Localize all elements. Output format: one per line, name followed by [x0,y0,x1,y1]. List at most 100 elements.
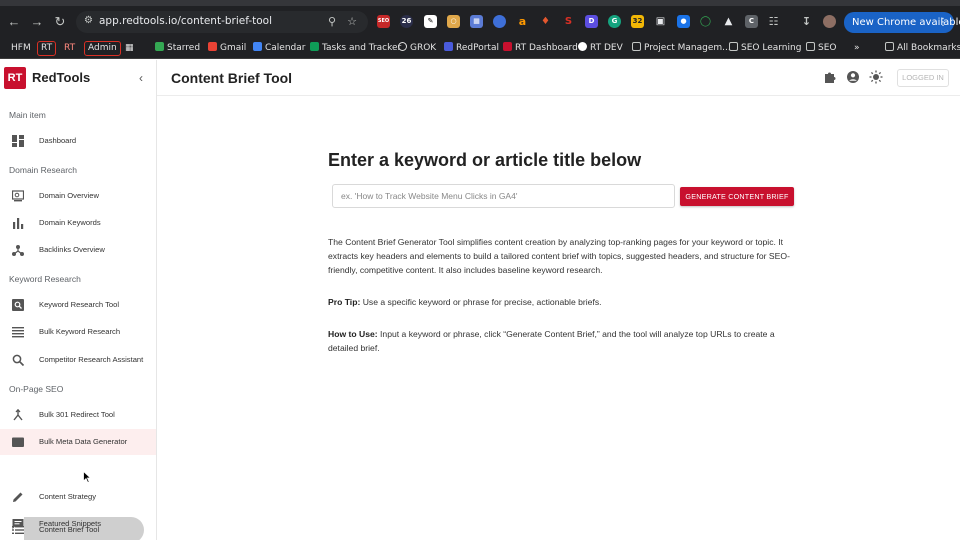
sidebar-item-domain-keywords[interactable]: Domain Keywords [0,210,156,236]
d-extension-icon[interactable]: D [585,15,598,28]
sidebar-item-keyword-research-tool[interactable]: Keyword Research Tool [0,292,156,318]
drive-icon [155,42,164,51]
sidebar-item-bulk-301-redirect-tool[interactable]: Bulk 301 Redirect Tool [0,402,156,428]
collapse-sidebar-icon[interactable]: ‹ [134,70,148,86]
bookmark-label: Calendar [265,43,306,53]
sidebar-item-bulk-meta-data-generator[interactable]: Bulk Meta Data Generator [0,429,156,455]
address-url[interactable]: app.redtools.io/content-brief-tool [99,15,272,27]
download-icon[interactable]: ↧ [800,15,813,28]
login-status-button[interactable]: LOGGED IN [897,69,949,87]
green-extension-icon[interactable]: ◯ [699,15,712,28]
sidebar-item-content-strategy[interactable]: Content Strategy [0,484,156,510]
page-title: Content Brief Tool [171,70,293,86]
bookmark-label: Gmail [220,43,247,53]
amazon-extension-icon[interactable]: a [516,15,529,28]
bookmark-seo[interactable]: SEO [806,41,836,56]
bookmark-label: Starred [167,43,201,53]
grammarly-extension-icon[interactable]: G [608,15,621,28]
bookmark-rt-1[interactable]: RT [37,41,57,56]
counter-extension-icon[interactable]: 26 [400,15,413,28]
bookmark-seo-learning[interactable]: SEO Learning [729,41,801,56]
bookmark-label: Tasks and Tracker [322,43,402,53]
bookmark-all[interactable]: All Bookmarks [885,41,960,56]
image-search-icon [12,299,24,311]
bookmark-rt-dashboard[interactable]: RT Dashboard [503,41,578,56]
pro-tip: Pro Tip: Use a specific keyword or phras… [328,296,798,310]
bookmark-rt-dev[interactable]: RT DEV [578,41,623,56]
chart-extension-icon[interactable]: 32 [631,15,644,28]
back-icon[interactable]: ← [6,14,22,30]
bookmark-grok[interactable]: GROK [398,41,436,56]
sidebar-item-label: Keyword Research Tool [39,300,120,309]
redtools-logo[interactable]: RT [4,67,26,89]
blue-extension-icon[interactable]: ● [677,15,690,28]
account-icon[interactable] [846,70,860,84]
bookmark-project-management[interactable]: Project Managem... [632,41,731,56]
apps-grid-icon[interactable]: ▦ [125,41,134,56]
bookmark-label: GROK [410,43,437,53]
chat-extension-icon[interactable]: ○ [447,15,460,28]
dashboard-icon [12,135,24,147]
sidebar-item-featured-snippets[interactable]: Featured Snippets [0,511,156,537]
more-bookmarks-icon[interactable]: » [854,41,860,56]
sidebar-item-label: Bulk Keyword Research [39,327,121,336]
new-chrome-available-button[interactable]: New Chrome available ⋮ [844,12,960,33]
rt-icon [503,42,512,51]
redportal-icon [444,42,453,51]
puzzle-icon[interactable] [823,70,837,84]
generate-content-brief-button[interactable]: GENERATE CONTENT BRIEF [680,187,794,206]
bookmark-rt-2[interactable]: RT [64,41,75,56]
bookmark-starred[interactable]: Starred [155,41,200,56]
section-on-page-seo: On-Page SEO [9,384,64,394]
s-extension-icon[interactable]: S [562,15,575,28]
bookmark-label: RT Dashboard [515,43,578,53]
gmail-icon [208,42,217,51]
tab-strip [0,0,960,6]
bookmark-label: RedPortal [456,43,499,53]
c-extension-icon[interactable]: C [745,15,758,28]
triangle-extension-icon[interactable]: ▲ [722,15,735,28]
pen-extension-icon[interactable]: ✎ [424,15,437,28]
app-header: Content Brief Tool LOGGED IN [157,60,960,96]
globe-extension-icon[interactable] [493,15,506,28]
bar-chart-icon [13,218,24,229]
more-menu-icon[interactable]: ⋮ [938,12,948,33]
folder-icon [729,42,738,51]
bookmark-redportal[interactable]: RedPortal [444,41,499,56]
hub-icon [12,245,24,256]
bookmark-calendar[interactable]: Calendar [253,41,305,56]
grid-extension-icon[interactable]: ▦ [470,15,483,28]
extensions-puzzle-icon[interactable]: ☷ [767,15,780,28]
keyword-input[interactable] [332,184,675,208]
crown-extension-icon[interactable]: ♦ [539,15,552,28]
how-to-use: How to Use: Input a keyword or phrase, c… [328,328,800,356]
theme-sun-icon[interactable] [869,70,883,84]
bookmark-star-icon[interactable]: ☆ [345,15,359,29]
seo-extension-icon[interactable]: SEO [377,15,390,28]
reload-icon[interactable]: ↻ [52,14,68,30]
sidebar-item-backlinks-overview[interactable]: Backlinks Overview [0,237,156,263]
bookmark-hfm[interactable]: HFM [11,41,31,56]
bookmark-admin[interactable]: Admin [84,41,121,56]
main-heading: Enter a keyword or article title below [328,150,642,170]
sidebar-item-bulk-keyword-research[interactable]: Bulk Keyword Research [0,319,156,345]
sidebar-item-label: Backlinks Overview [39,245,105,254]
sidebar: RT RedTools ‹ Main item Dashboard Domain… [0,60,157,540]
search-icon[interactable]: ⚲ [325,15,339,29]
sidebar-item-dashboard[interactable]: Dashboard [0,128,156,154]
profile-avatar-icon[interactable] [823,15,836,28]
logo-row: RT RedTools ‹ [0,60,156,96]
bookmark-label: Project Managem... [644,43,731,53]
sidebar-item-label: Featured Snippets [39,519,102,528]
folder-icon [632,42,641,51]
sidebar-item-competitor-research-assistant[interactable]: Competitor Research Assistant [0,347,156,373]
site-info-icon[interactable]: ⚙ [84,15,96,27]
bookmark-gmail[interactable]: Gmail [208,41,246,56]
bookmark-tasks[interactable]: Tasks and Tracker [310,41,401,56]
sidebar-item-label: Bulk Meta Data Generator [39,437,128,446]
sidebar-item-label: Domain Keywords [39,218,101,227]
forward-icon[interactable]: → [29,14,45,30]
camera-extension-icon[interactable]: ▣ [654,15,667,28]
folder-icon [12,437,24,447]
sidebar-item-domain-overview[interactable]: Domain Overview [0,183,156,209]
